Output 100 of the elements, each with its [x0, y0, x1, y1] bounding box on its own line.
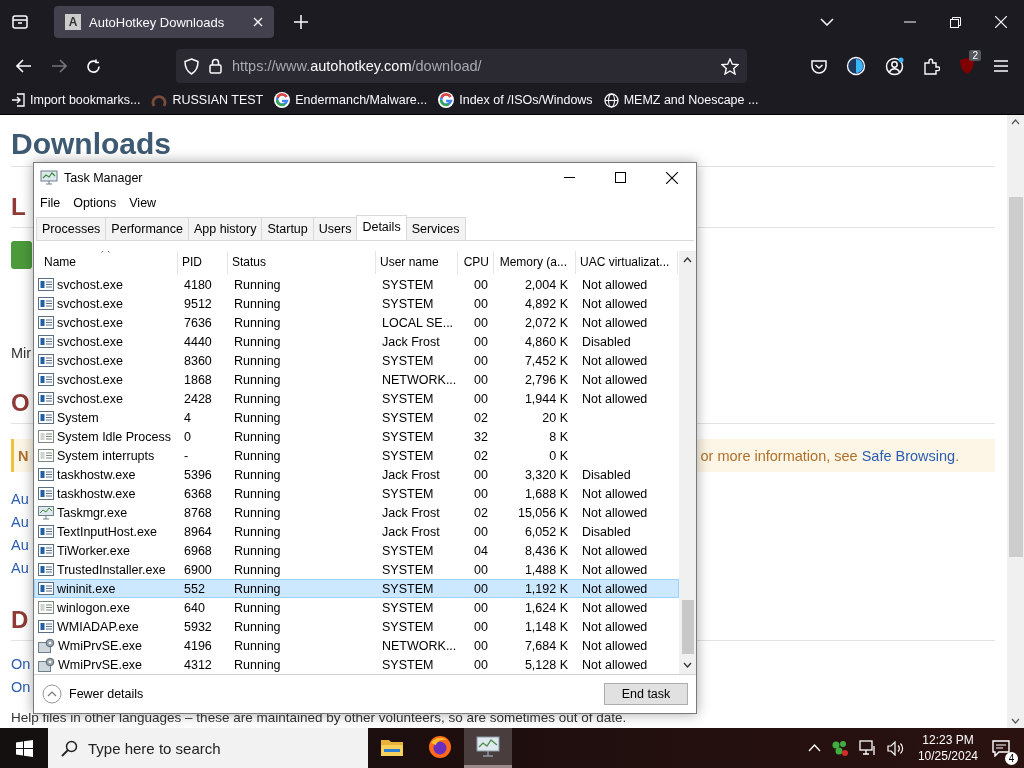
table-cell: Not allowed [582, 600, 648, 615]
process-row[interactable]: System 4 Running SYSTEM 02 20 K [34, 408, 679, 427]
bookmark[interactable]: MEMZ and Noescape ... [603, 92, 759, 108]
scrollbar[interactable] [679, 251, 696, 674]
tab[interactable]: Processes [36, 217, 107, 240]
process-row[interactable]: System interrupts - Running SYSTEM 02 0 K [34, 446, 679, 465]
table-cell: SYSTEM [382, 657, 434, 672]
scroll-thumb[interactable] [1008, 197, 1023, 557]
clock-date: 10/25/2024 [917, 748, 978, 764]
process-row[interactable]: TiWorker.exe 6968 Running SYSTEM 04 8,436 K Not allowed [34, 541, 679, 560]
menu-item[interactable]: File [40, 196, 61, 210]
process-row[interactable]: taskhostw.exe 5396 Running Jack Frost 00 3,320 K Disabled [34, 465, 679, 484]
tab[interactable]: Performance [105, 217, 189, 240]
column-header[interactable]: Memory (a... [494, 251, 576, 274]
table-cell: SYSTEM [382, 581, 434, 596]
close-icon[interactable] [666, 171, 678, 184]
chevron-down-icon[interactable] [820, 18, 834, 26]
table-cell: Not allowed [582, 581, 648, 596]
page-link[interactable]: Au [11, 488, 29, 511]
network-icon[interactable] [858, 740, 877, 756]
scroll-down-icon[interactable] [683, 662, 692, 668]
fewer-details-button[interactable]: Fewer details [42, 684, 144, 704]
bookmark[interactable]: Import bookmarks... [11, 93, 141, 107]
page-link[interactable]: Au [11, 534, 29, 557]
clock[interactable]: 12:23 PM 10/25/2024 [917, 732, 978, 764]
tab[interactable]: App history [187, 217, 263, 240]
process-row[interactable]: svchost.exe 2428 Running SYSTEM 00 1,944 K Not allowed [34, 389, 679, 408]
end-task-button[interactable]: End task [604, 683, 688, 705]
taskbar-app[interactable] [464, 728, 512, 768]
page-link[interactable]: On [11, 653, 31, 676]
star-icon[interactable] [721, 57, 739, 75]
chevron-up-icon[interactable] [807, 744, 821, 752]
bookmark[interactable]: RUSSIAN TEST [151, 92, 264, 108]
address-bar[interactable]: https://www.autohotkey.com/download/ [176, 49, 747, 83]
network-icon[interactable] [830, 739, 849, 757]
process-row[interactable]: svchost.exe 9512 Running SYSTEM 00 4,892 K Not allowed [34, 294, 679, 313]
table-cell: SYSTEM [382, 410, 434, 425]
process-row[interactable]: taskhostw.exe 6368 Running SYSTEM 00 1,688 K Not allowed [34, 484, 679, 503]
forward-icon[interactable] [51, 59, 67, 73]
column-header[interactable]: UAC virtualizat... [576, 251, 678, 274]
table-cell: SYSTEM [382, 619, 434, 634]
process-row[interactable]: WMIADAP.exe 5932 Running SYSTEM 00 1,148 K Not allowed [34, 617, 679, 636]
process-row[interactable]: svchost.exe 7636 Running LOCAL SE... 00 2,072 K Not allowed [34, 313, 679, 332]
table-cell: 4,892 K [524, 296, 568, 311]
tab-list-icon[interactable] [12, 15, 28, 29]
table-cell: SYSTEM [382, 277, 434, 292]
column-header[interactable]: Status [228, 251, 376, 274]
account-icon[interactable] [885, 56, 904, 76]
process-row[interactable]: winlogon.exe 640 Running SYSTEM 00 1,624 K Not allowed [34, 598, 679, 617]
safe-browsing-link[interactable]: Safe Browsing [861, 447, 956, 464]
shield-icon[interactable] [184, 57, 199, 75]
process-row[interactable]: Taskmgr.exe 8768 Running Jack Frost 02 15,056 K Not allowed [34, 503, 679, 522]
maximize-icon[interactable] [615, 172, 626, 183]
bookmark[interactable]: Index of /ISOs/Windows [438, 92, 593, 108]
process-row[interactable]: svchost.exe 8360 Running SYSTEM 00 7,452 K Not allowed [34, 351, 679, 370]
search-field[interactable]: Type here to search [48, 728, 368, 768]
pocket-icon[interactable] [811, 58, 827, 74]
column-header[interactable]: User name [376, 251, 458, 274]
speaker-icon[interactable] [886, 740, 904, 756]
scroll-up-icon[interactable] [683, 257, 692, 263]
scrollbar[interactable] [1007, 115, 1024, 728]
page-link[interactable]: On [11, 676, 31, 699]
process-row[interactable]: svchost.exe 4440 Running Jack Frost 00 4,860 K Disabled [34, 332, 679, 351]
scroll-down-icon[interactable] [1011, 718, 1020, 724]
circle-icon[interactable] [846, 56, 866, 76]
process-row[interactable]: WmiPrvSE.exe 4312 Running SYSTEM 00 5,128 K Not allowed [34, 655, 679, 674]
tab[interactable]: Startup [261, 217, 314, 240]
scroll-up-icon[interactable] [1011, 119, 1020, 125]
new-tab-icon[interactable] [294, 15, 308, 29]
table-cell: - [184, 448, 189, 463]
process-row[interactable]: TextInputHost.exe 8964 Running Jack Frost 00 6,052 K Disabled [34, 522, 679, 541]
table-cell: 32 [474, 429, 488, 444]
column-header[interactable]: PID [178, 251, 228, 274]
message-icon[interactable] [992, 739, 1010, 757]
reload-icon[interactable] [86, 58, 101, 74]
extensions-icon[interactable] [923, 57, 940, 75]
process-name: WmiPrvSE.exe [58, 638, 143, 653]
process-row[interactable]: WmiPrvSE.exe 4196 Running NETWORK... 00 7,684 K Not allowed [34, 636, 679, 655]
menu-icon[interactable] [994, 60, 1008, 72]
process-row[interactable]: svchost.exe 1868 Running NETWORK... 00 2,796 K Not allowed [34, 370, 679, 389]
column-header[interactable]: CPU [458, 251, 494, 274]
process-row[interactable]: wininit.exe 552 Running SYSTEM 00 1,192 K Not allowed [34, 579, 679, 598]
column-header[interactable]: Name [34, 251, 178, 274]
process-row[interactable]: svchost.exe 4180 Running SYSTEM 00 2,004 K Not allowed [34, 275, 679, 294]
bookmark[interactable]: Endermanch/Malware... [274, 92, 428, 108]
process-row[interactable]: TrustedInstaller.exe 6900 Running SYSTEM 00 1,488 K Not allowed [34, 560, 679, 579]
browser-tab[interactable]: A AutoHotkey Downloads [54, 6, 274, 38]
process-row[interactable]: System Idle Process 0 Running SYSTEM 32 8 K [34, 427, 679, 446]
restore-icon[interactable] [950, 16, 961, 28]
tab[interactable]: Services [405, 217, 466, 240]
back-icon[interactable] [16, 59, 32, 73]
page-link[interactable]: Au [11, 557, 29, 580]
menu-item[interactable]: Options [73, 196, 117, 210]
tab[interactable]: Users [312, 217, 358, 240]
page-link[interactable]: Au [11, 511, 29, 534]
menu-item[interactable]: View [129, 196, 157, 210]
table-cell: 02 [474, 505, 488, 520]
page-heading: Downloads [11, 127, 171, 161]
four-panes-icon [15, 739, 33, 757]
scroll-thumb[interactable] [681, 600, 694, 654]
